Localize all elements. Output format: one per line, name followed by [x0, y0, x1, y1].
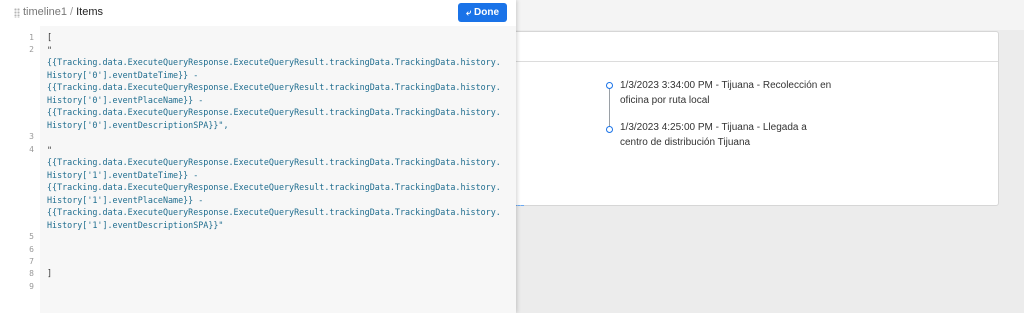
breadcrumb: timeline1/Items — [23, 6, 103, 18]
timeline-item-text: 1/3/2023 3:34:00 PM - Tijuana - Recolecc… — [620, 80, 832, 106]
line-number: 2 — [29, 45, 34, 54]
code-line: {{Tracking.data.ExecuteQueryResponse.Exe… — [47, 157, 501, 167]
line-number: 7 — [29, 257, 34, 266]
code-line: {{Tracking.data.ExecuteQueryResponse.Exe… — [47, 182, 501, 192]
code-line: History['1'].eventDescriptionSPA}}" — [47, 220, 224, 230]
arrow-icon: ⤶ — [465, 7, 472, 17]
line-number: 5 — [29, 232, 34, 241]
code-line: History['0'].eventPlaceName}} - — [47, 95, 204, 105]
code-line: " — [47, 45, 53, 55]
code-line: History['1'].eventPlaceName}} - — [47, 195, 204, 205]
timeline-dot — [606, 126, 613, 133]
items-code-editor-popover[interactable]: timeline1/Items ⤶ Done 1 2 3 4 5 6 7 8 9… — [0, 0, 516, 313]
done-label: Done — [474, 7, 500, 18]
line-number: 4 — [29, 145, 34, 154]
code-line: {{Tracking.data.ExecuteQueryResponse.Exe… — [47, 107, 501, 117]
line-number: 1 — [29, 33, 34, 42]
code-line: [ — [47, 32, 53, 42]
code-line: {{Tracking.data.ExecuteQueryResponse.Exe… — [47, 57, 501, 67]
line-number: 6 — [29, 245, 34, 254]
timeline-item-text: 1/3/2023 4:25:00 PM - Tijuana - Llegada … — [620, 122, 807, 148]
code-line: History['0'].eventDateTime}} - — [47, 70, 199, 80]
breadcrumb-separator: / — [70, 6, 74, 18]
code-line: {{Tracking.data.ExecuteQueryResponse.Exe… — [47, 82, 501, 92]
code-line: {{Tracking.data.ExecuteQueryResponse.Exe… — [47, 207, 501, 217]
editor-header: timeline1/Items ⤶ Done — [0, 0, 516, 27]
drag-handle-icon[interactable] — [14, 8, 20, 18]
breadcrumb-field: Items — [76, 6, 103, 18]
code-line: ] — [47, 268, 53, 278]
code-line: " — [47, 145, 53, 155]
line-number: 9 — [29, 282, 34, 291]
breadcrumb-component[interactable]: timeline1 — [23, 6, 67, 18]
timeline-dot — [606, 82, 613, 89]
line-number: 3 — [29, 132, 34, 141]
code-line: History['1'].eventDateTime}} - — [47, 170, 199, 180]
code-line: History['0'].eventDescriptionSPA}}", — [47, 120, 229, 130]
line-number: 8 — [29, 269, 34, 278]
done-button[interactable]: ⤶ Done — [458, 3, 507, 22]
